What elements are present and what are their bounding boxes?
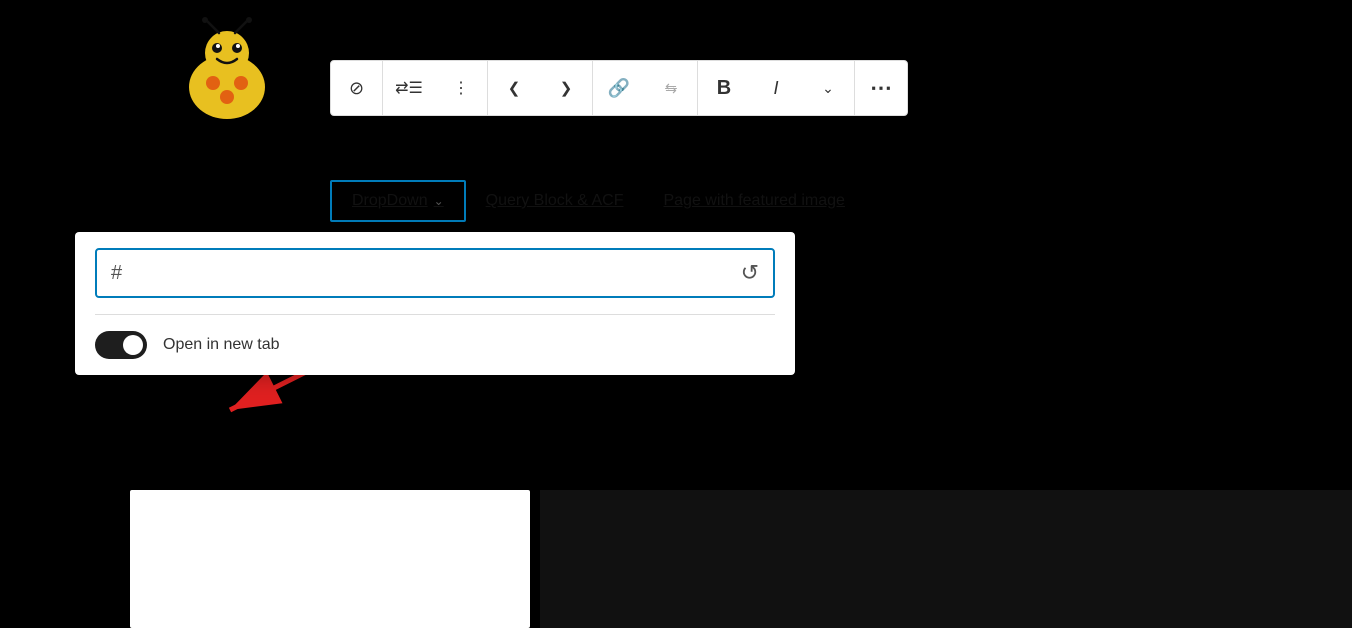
tab-dropdown-label: DropDown bbox=[352, 192, 428, 210]
tab-query-block-label: Query Block & ACF bbox=[486, 192, 624, 209]
navigate-icon: ⊘ bbox=[349, 78, 364, 99]
ellipsis-icon: ⋯ bbox=[870, 75, 892, 101]
tab-query-block[interactable]: Query Block & ACF bbox=[466, 182, 644, 220]
content-area-dark bbox=[540, 490, 1352, 628]
new-tab-toggle[interactable] bbox=[95, 331, 147, 359]
bold-button[interactable]: B bbox=[698, 60, 750, 116]
url-input-row: # ↺ bbox=[75, 232, 795, 314]
nav-tabs: DropDown ⌄ Query Block & ACF Page with f… bbox=[330, 180, 865, 222]
next-button[interactable]: ❯ bbox=[540, 60, 592, 116]
reset-icon: ↺ bbox=[741, 260, 759, 286]
toolbar: ⊘ ⇄​☰ ⋮ ❮ ❯ 🔗 ⇆ B I ⌄ ⋯ bbox=[330, 60, 908, 116]
bold-icon: B bbox=[717, 77, 731, 100]
unlink-icon: ⇆ bbox=[665, 80, 677, 97]
ladybug-logo bbox=[175, 15, 280, 125]
drag-handle-icon: ⋮ bbox=[453, 78, 469, 98]
unlink-button[interactable]: ⇆ bbox=[645, 60, 697, 116]
prev-button[interactable]: ❮ bbox=[488, 60, 540, 116]
link-button[interactable]: 🔗 bbox=[593, 60, 645, 116]
drag-handle-button[interactable]: ⋮ bbox=[435, 60, 487, 116]
logo-container bbox=[175, 15, 280, 130]
italic-icon: I bbox=[773, 78, 778, 99]
toolbar-group-text: B I ⌄ bbox=[698, 60, 855, 116]
list-indent-icon: ⇄​☰ bbox=[395, 78, 423, 98]
tab-dropdown-chevron: ⌄ bbox=[434, 194, 444, 208]
toolbar-group-prevnext: ❮ ❯ bbox=[488, 60, 593, 116]
new-tab-row: Open in new tab bbox=[75, 315, 795, 375]
tab-featured-image-label: Page with featured image bbox=[663, 192, 844, 209]
toggle-knob bbox=[123, 335, 143, 355]
url-input[interactable] bbox=[128, 263, 732, 284]
list-indent-button[interactable]: ⇄​☰ bbox=[383, 60, 435, 116]
chevron-down-icon: ⌄ bbox=[822, 80, 834, 97]
navigate-button[interactable]: ⊘ bbox=[331, 60, 383, 116]
url-prefix: # bbox=[111, 262, 122, 285]
options-button[interactable]: ⋯ bbox=[855, 60, 907, 116]
italic-button[interactable]: I bbox=[750, 60, 802, 116]
toolbar-group-indent: ⇄​☰ ⋮ bbox=[383, 60, 488, 116]
more-text-button[interactable]: ⌄ bbox=[802, 60, 854, 116]
toolbar-group-links: 🔗 ⇆ bbox=[593, 60, 698, 116]
content-area-white bbox=[130, 490, 530, 628]
new-tab-label: Open in new tab bbox=[163, 336, 280, 354]
link-edit-popup: # ↺ Open in new tab bbox=[75, 232, 795, 375]
reset-url-button[interactable]: ↺ bbox=[741, 260, 759, 286]
url-input-wrapper: # ↺ bbox=[95, 248, 775, 298]
tab-dropdown[interactable]: DropDown ⌄ bbox=[330, 180, 466, 222]
tab-featured-image[interactable]: Page with featured image bbox=[643, 182, 864, 220]
